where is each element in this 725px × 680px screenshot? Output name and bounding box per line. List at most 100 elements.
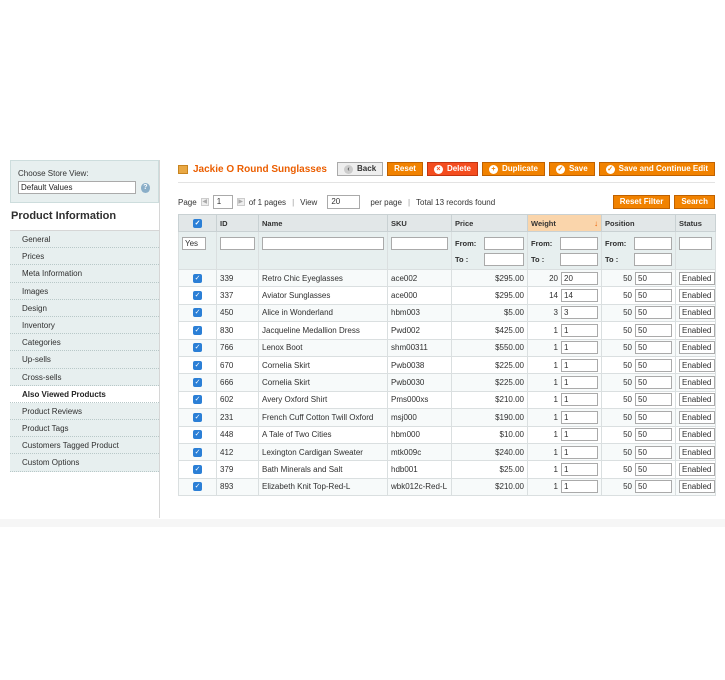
weight-input[interactable]: 1 <box>561 480 598 494</box>
table-row[interactable]: ✓ 666 Cornelia Skirt Pwb0030 $225.00 1 1 50 50 En… <box>178 373 716 392</box>
checkbox-icon[interactable]: ✓ <box>193 464 202 474</box>
weight-input[interactable]: 1 <box>561 393 598 407</box>
row-select-cell[interactable]: ✓ <box>178 321 217 340</box>
row-select-cell[interactable]: ✓ <box>178 338 217 357</box>
row-select-cell[interactable]: ✓ <box>178 460 217 479</box>
price-from-input[interactable] <box>484 237 524 250</box>
column-header-weight[interactable]: Weight ↓ <box>527 214 602 232</box>
checkbox-icon[interactable]: ✓ <box>193 430 202 440</box>
duplicate-button[interactable]: + Duplicate <box>481 162 545 176</box>
sidebar-item-cross-sells[interactable]: Cross-sells <box>10 368 159 386</box>
row-select-cell[interactable]: ✓ <box>178 390 217 410</box>
status-filter-select[interactable] <box>679 237 712 250</box>
per-page-select[interactable]: 20 <box>327 195 361 209</box>
next-page-icon[interactable]: ▶ <box>236 198 245 206</box>
table-row[interactable]: ✓ 339 Retro Chic Eyeglasses ace002 $295.00 20… <box>178 268 716 288</box>
weight-input[interactable]: 1 <box>561 376 598 390</box>
status-select[interactable]: Enabled <box>679 306 715 320</box>
weight-input[interactable]: 1 <box>561 410 598 424</box>
sidebar-item-images[interactable]: Images <box>10 282 159 300</box>
status-select[interactable]: Enabled <box>679 323 715 337</box>
status-select[interactable]: Enabled <box>679 358 715 372</box>
status-select[interactable]: Enabled <box>679 289 715 303</box>
position-input[interactable]: 50 <box>635 393 672 407</box>
row-select-cell[interactable]: ✓ <box>178 442 217 462</box>
weight-from-input[interactable] <box>560 237 598 250</box>
row-select-cell[interactable]: ✓ <box>178 477 217 497</box>
row-select-cell[interactable]: ✓ <box>178 408 217 427</box>
status-select[interactable]: Enabled <box>679 462 715 476</box>
weight-input[interactable]: 3 <box>561 306 598 320</box>
position-input[interactable]: 50 <box>635 323 672 337</box>
table-row[interactable]: ✓ 412 Lexington Cardigan Sweater mtk009c $24… <box>178 442 716 462</box>
status-select[interactable]: Enabled <box>679 271 715 285</box>
sidebar-item-general[interactable]: General <box>10 231 159 249</box>
save-button[interactable]: ✓ Save <box>548 162 595 176</box>
table-row[interactable]: ✓ 337 Aviator Sunglasses ace000 $295.00 14 14 5… <box>178 286 716 305</box>
checkbox-icon[interactable]: ✓ <box>193 308 202 318</box>
row-select-cell[interactable]: ✓ <box>178 286 217 305</box>
table-row[interactable]: ✓ 448 A Tale of Two Cities hbm000 $10.00 1 1 50… <box>178 425 716 444</box>
status-select[interactable]: Enabled <box>679 480 715 494</box>
column-header-name[interactable]: Name <box>258 214 388 232</box>
column-header-id[interactable]: ID <box>216 214 259 232</box>
position-to-input[interactable] <box>634 253 672 266</box>
checkbox-icon[interactable]: ✓ <box>193 412 202 422</box>
store-view-select[interactable]: Default Values <box>18 181 136 194</box>
weight-input[interactable]: 1 <box>561 323 598 337</box>
column-header-sku[interactable]: SKU <box>387 214 452 232</box>
help-icon[interactable]: ? <box>140 182 150 193</box>
row-select-cell[interactable]: ✓ <box>178 373 217 392</box>
weight-input[interactable]: 1 <box>561 428 598 442</box>
position-input[interactable]: 50 <box>635 289 672 303</box>
position-input[interactable]: 50 <box>635 428 672 442</box>
position-input[interactable]: 50 <box>635 376 672 390</box>
table-row[interactable]: ✓ 450 Alice in Wonderland hbm003 $5.00 3 3 50 50… <box>178 303 716 323</box>
sidebar-item-product-tags[interactable]: Product Tags <box>10 420 159 438</box>
id-filter-input[interactable] <box>220 237 255 250</box>
table-row[interactable]: ✓ 766 Lenox Boot shm00311 $550.00 1 1 50 50 Enabl… <box>178 338 716 357</box>
status-select[interactable]: Enabled <box>679 341 715 355</box>
position-input[interactable]: 50 <box>635 341 672 355</box>
sidebar-item-inventory[interactable]: Inventory <box>10 316 159 335</box>
position-input[interactable]: 50 <box>635 462 672 476</box>
checkbox-icon[interactable]: ✓ <box>193 218 202 228</box>
checkbox-icon[interactable]: ✓ <box>193 447 202 457</box>
weight-input[interactable]: 20 <box>561 271 598 285</box>
sidebar-item-design[interactable]: Design <box>10 299 159 317</box>
position-input[interactable]: 50 <box>635 445 672 459</box>
name-filter-input[interactable] <box>262 237 384 250</box>
sidebar-item-up-sells[interactable]: Up-sells <box>10 351 159 369</box>
column-header-status[interactable]: Status <box>675 214 716 232</box>
weight-input[interactable]: 1 <box>561 358 598 372</box>
row-select-cell[interactable]: ✓ <box>178 355 217 375</box>
position-input[interactable]: 50 <box>635 410 672 424</box>
select-all-header[interactable]: ✓ <box>178 214 217 232</box>
save-continue-button[interactable]: ✓ Save and Continue Edit <box>598 162 715 176</box>
sidebar-item-prices[interactable]: Prices <box>10 248 159 266</box>
row-select-cell[interactable]: ✓ <box>178 303 217 323</box>
reset-filter-button[interactable]: Reset Filter <box>612 195 671 209</box>
table-row[interactable]: ✓ 670 Cornelia Skirt Pwb0038 $225.00 1 1 50 50 En… <box>178 355 716 375</box>
column-header-price[interactable]: Price <box>451 214 528 232</box>
checkbox-icon[interactable]: ✓ <box>193 378 202 388</box>
checkbox-icon[interactable]: ✓ <box>193 395 202 405</box>
sidebar-item-customers-tagged-product[interactable]: Customers Tagged Product <box>10 437 159 455</box>
position-input[interactable]: 50 <box>635 306 672 320</box>
table-row[interactable]: ✓ 830 Jacqueline Medallion Dress Pwd002 $425… <box>178 321 716 340</box>
status-select[interactable]: Enabled <box>679 410 715 424</box>
table-row[interactable]: ✓ 602 Avery Oxford Shirt Pms000xs $210.00 1 1 5… <box>178 390 716 410</box>
column-header-position[interactable]: Position <box>601 214 676 232</box>
search-button[interactable]: Search <box>674 195 715 209</box>
table-row[interactable]: ✓ 893 Elizabeth Knit Top-Red-L wbk012c-Red-… <box>178 477 716 497</box>
price-to-input[interactable] <box>484 253 524 266</box>
status-select[interactable]: Enabled <box>679 445 715 459</box>
checkbox-icon[interactable]: ✓ <box>193 325 202 335</box>
sidebar-item-custom-options[interactable]: Custom Options <box>10 454 159 472</box>
weight-input[interactable]: 14 <box>561 289 598 303</box>
position-input[interactable]: 50 <box>635 358 672 372</box>
position-input[interactable]: 50 <box>635 480 672 494</box>
checkbox-icon[interactable]: ✓ <box>193 360 202 370</box>
position-from-input[interactable] <box>634 237 672 250</box>
checkbox-icon[interactable]: ✓ <box>193 482 202 492</box>
